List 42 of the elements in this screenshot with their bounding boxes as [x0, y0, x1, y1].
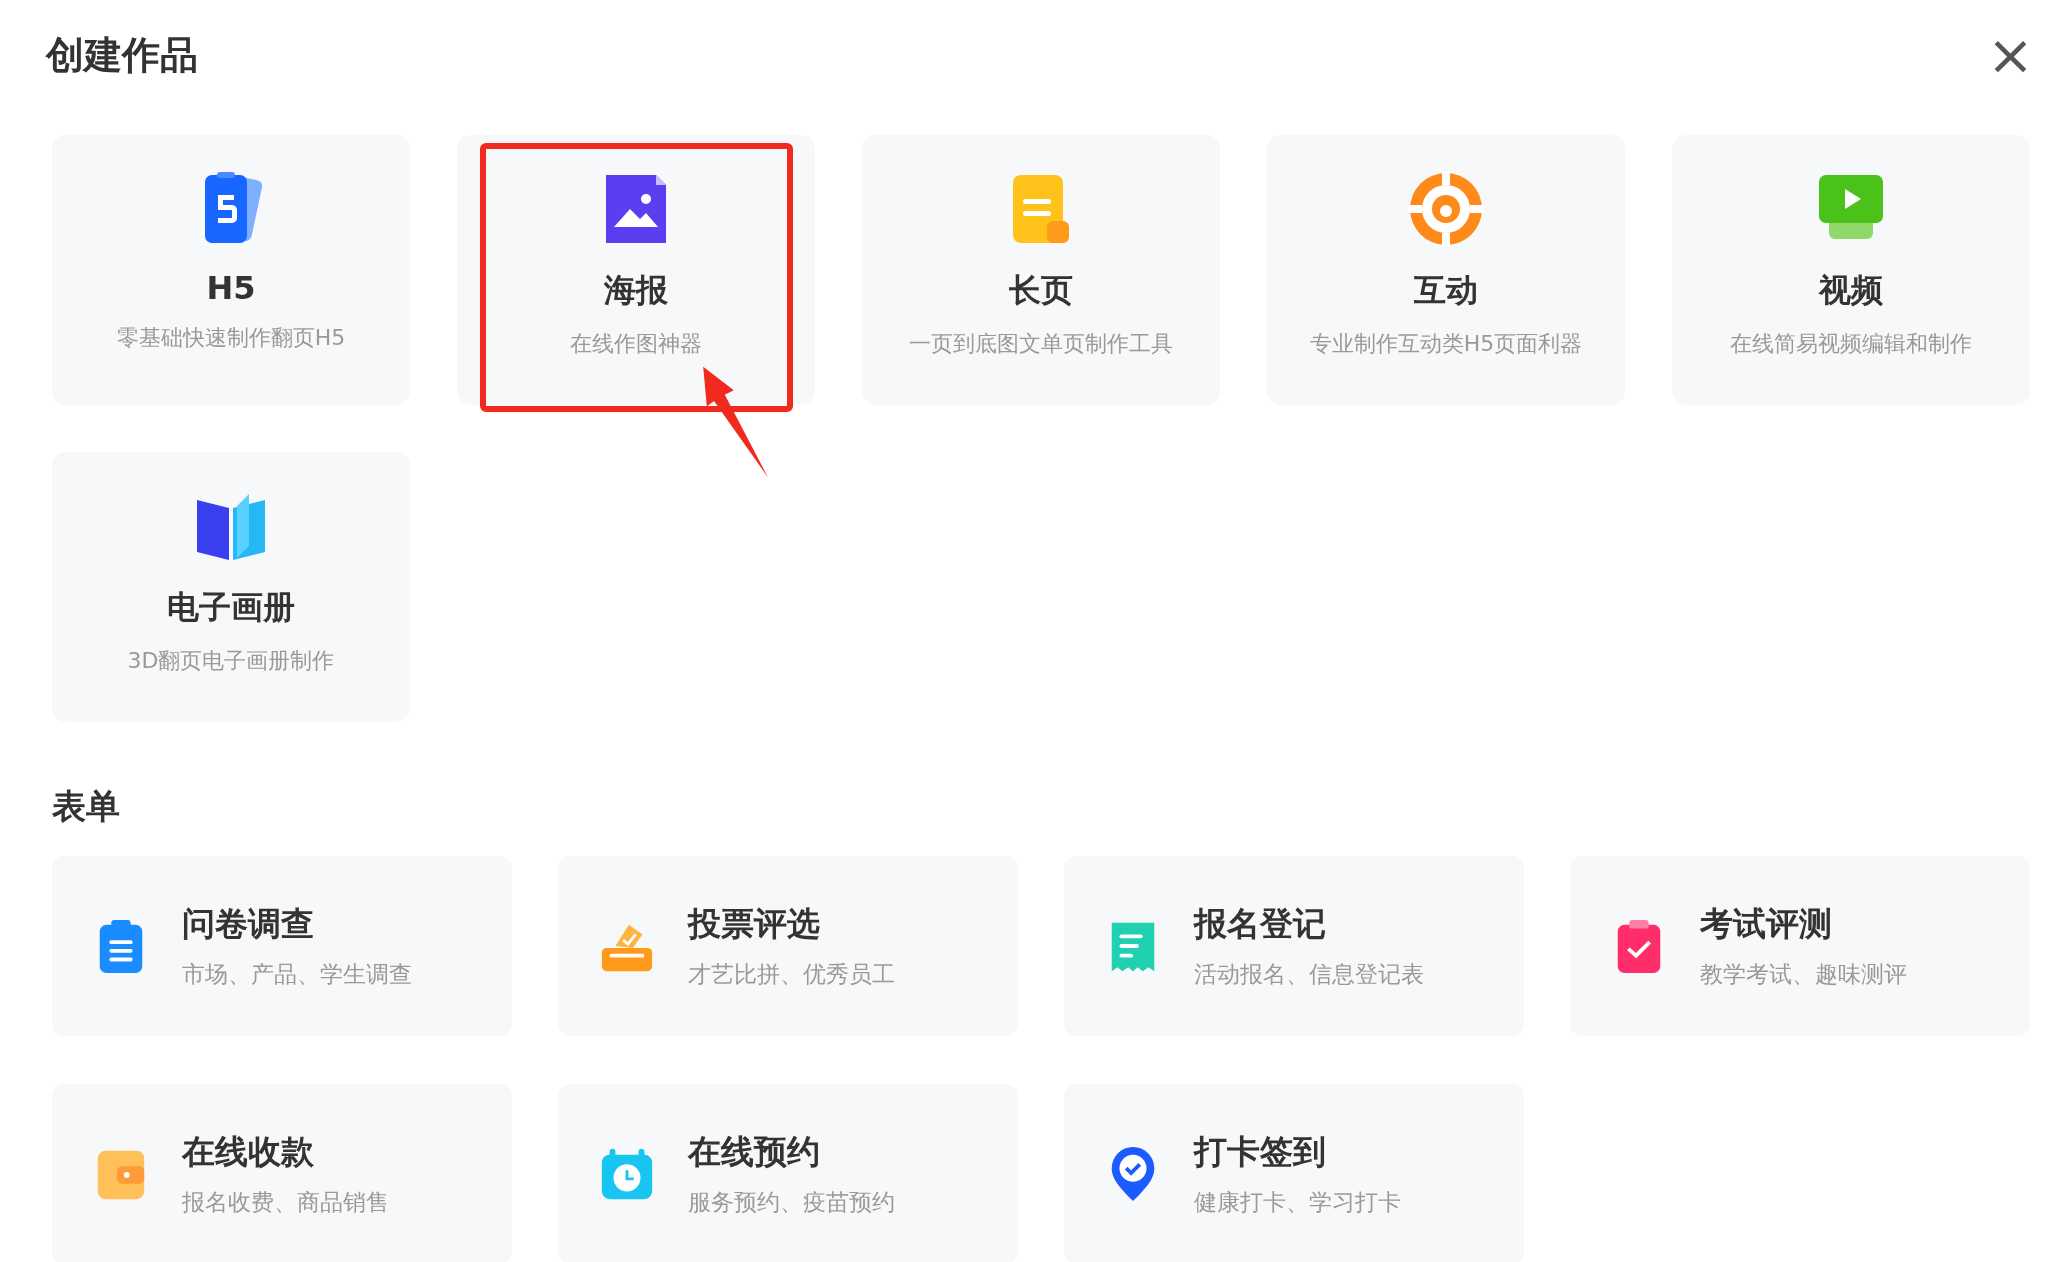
- work-type-card[interactable]: 互动 专业制作互动类H5页面利器: [1267, 135, 1625, 405]
- work-type-card[interactable]: 海报 在线作图神器: [457, 135, 815, 405]
- form-type-card[interactable]: 投票评选 才艺比拼、优秀员工: [558, 856, 1018, 1036]
- work-type-title: 视频: [1819, 270, 1883, 311]
- work-type-title: 海报: [604, 270, 668, 311]
- work-type-title: 电子画册: [167, 587, 295, 628]
- work-type-title: 长页: [1009, 270, 1073, 311]
- form-type-description: 服务预约、疫苗预约: [688, 1188, 895, 1217]
- work-type-description: 一页到底图文单页制作工具: [909, 330, 1173, 358]
- form-type-card[interactable]: 报名登记 活动报名、信息登记表: [1064, 856, 1524, 1036]
- form-type-card[interactable]: 考试评测 教学考试、趣味测评: [1570, 856, 2030, 1036]
- work-type-card[interactable]: H5 零基础快速制作翻页H5: [52, 135, 410, 405]
- form-type-title: 打卡签到: [1194, 1131, 1327, 1173]
- form-type-description: 报名收费、商品销售: [182, 1188, 389, 1217]
- form-type-title: 考试评测: [1700, 903, 1833, 945]
- form-type-description: 市场、产品、学生调查: [182, 960, 412, 989]
- form-type-card[interactable]: 问卷调查 市场、产品、学生调查: [52, 856, 512, 1036]
- work-type-title: H5: [206, 269, 256, 307]
- work-type-description: 3D翻页电子画册制作: [127, 647, 335, 675]
- form-type-title: 在线预约: [688, 1131, 821, 1173]
- dialog-title: 创建作品: [46, 31, 198, 79]
- form-type-card[interactable]: 在线预约 服务预约、疫苗预约: [558, 1084, 1018, 1262]
- work-type-description: 在线作图神器: [570, 330, 702, 358]
- work-type-card[interactable]: 视频 在线简易视频编辑和制作: [1672, 135, 2030, 405]
- form-type-title: 投票评选: [688, 903, 821, 945]
- work-type-description: 专业制作互动类H5页面利器: [1309, 330, 1583, 358]
- form-type-description: 教学考试、趣味测评: [1700, 960, 1907, 989]
- work-type-description: 在线简易视频编辑和制作: [1730, 330, 1972, 358]
- work-type-card[interactable]: 长页 一页到底图文单页制作工具: [862, 135, 1220, 405]
- work-type-card[interactable]: 电子画册 3D翻页电子画册制作: [52, 452, 410, 722]
- form-type-card[interactable]: 在线收款 报名收费、商品销售: [52, 1084, 512, 1262]
- form-type-card[interactable]: 打卡签到 健康打卡、学习打卡: [1064, 1084, 1524, 1262]
- close-button[interactable]: ×: [1981, 27, 2040, 83]
- form-type-description: 才艺比拼、优秀员工: [688, 960, 895, 989]
- section-title: 表单: [52, 785, 121, 828]
- form-type-title: 在线收款: [182, 1131, 315, 1173]
- form-type-title: 报名登记: [1194, 903, 1327, 945]
- form-type-description: 健康打卡、学习打卡: [1194, 1188, 1401, 1217]
- form-type-description: 活动报名、信息登记表: [1194, 960, 1424, 989]
- form-type-title: 问卷调查: [182, 903, 315, 945]
- work-type-description: 零基础快速制作翻页H5: [116, 324, 346, 352]
- work-type-title: 互动: [1414, 270, 1478, 311]
